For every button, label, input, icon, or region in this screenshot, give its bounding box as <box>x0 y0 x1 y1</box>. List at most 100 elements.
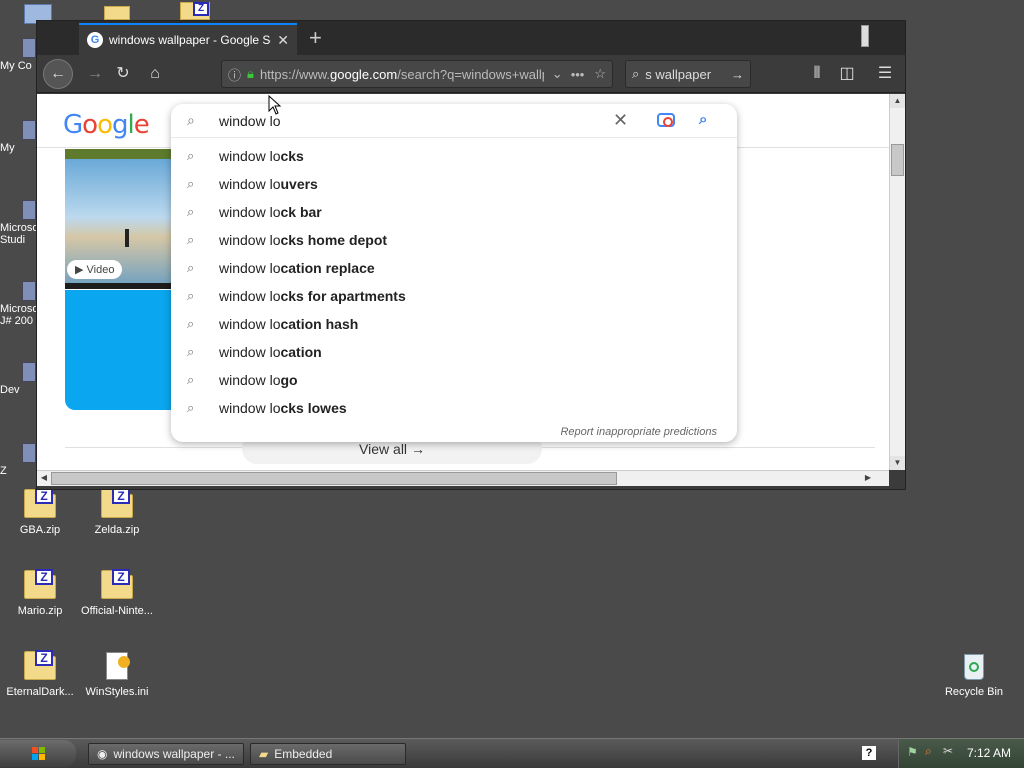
bookmark-star-icon[interactable]: ☆ <box>594 66 606 82</box>
suggestion-typed: window lo <box>219 344 281 360</box>
zip-folder-icon: Z <box>23 650 57 682</box>
suggestion-item[interactable]: ⌕ window lo uvers <box>171 170 737 198</box>
clear-icon[interactable]: ✕ <box>613 110 628 131</box>
suggestion-item[interactable]: ⌕ window lo cks home depot <box>171 226 737 254</box>
close-tab-icon[interactable]: ✕ <box>277 32 289 49</box>
system-tray: ⚑ ⌕ ✂ 7:12 AM <box>898 739 1024 768</box>
image-thumbnail[interactable] <box>65 290 173 410</box>
reload-button[interactable]: ↻ <box>109 61 137 87</box>
suggestion-item[interactable]: ⌕ window lo cks lowes <box>171 394 737 422</box>
menu-icon[interactable]: ☰ <box>871 61 899 87</box>
suggestion-item[interactable]: ⌕ window lo cation hash <box>171 310 737 338</box>
scroll-right-icon[interactable]: ▶ <box>861 471 875 485</box>
desktop-icon-winstyles-ini[interactable]: WinStyles.ini <box>77 650 157 698</box>
scroll-thumb[interactable] <box>51 472 617 485</box>
desktop-icon-label: Mario.zip <box>17 605 63 617</box>
help-icon[interactable]: ? <box>862 746 876 760</box>
home-button[interactable]: ⌂ <box>141 61 169 87</box>
search-icon: ⌕ <box>187 232 195 247</box>
clock[interactable]: 7:12 AM <box>967 746 1011 760</box>
scroll-down-icon[interactable]: ▼ <box>890 456 905 470</box>
desktop-edge-icon[interactable]: My Co <box>0 38 36 72</box>
browser-window: G windows wallpaper - Google Search ✕ + … <box>36 20 906 490</box>
search-icon: ⌕ <box>187 204 195 219</box>
network-icon[interactable]: ⚑ <box>907 745 918 759</box>
info-icon[interactable]: ⓘ <box>228 65 241 84</box>
zip-folder-icon[interactable]: Z <box>180 2 210 20</box>
back-button[interactable]: ← <box>43 59 73 89</box>
google-logo[interactable]: Google <box>63 110 150 140</box>
search-submit-icon[interactable]: ⌕ <box>699 111 707 128</box>
search-icon: ⌕ <box>187 260 195 275</box>
app-icon <box>22 200 36 220</box>
page-content: Google ▶ Video View all → ⌕ window lo ✕ … <box>37 94 889 470</box>
suggestion-item[interactable]: ⌕ window lo cation <box>171 338 737 366</box>
desktop-edge-icon[interactable]: Z <box>0 443 36 477</box>
settings-icon[interactable]: ✂ <box>943 744 953 758</box>
app-icon <box>22 38 36 58</box>
tab-google-search[interactable]: G windows wallpaper - Google Search ✕ <box>79 23 297 55</box>
library-icon[interactable]: ⫴ <box>803 61 831 87</box>
start-button[interactable] <box>0 740 76 767</box>
chevron-down-icon[interactable]: ⌄ <box>552 66 563 82</box>
arrow-right-icon: → <box>410 441 425 457</box>
suggestion-completion: cks for apartments <box>280 288 406 304</box>
suggestion-item[interactable]: ⌕ window lo cks for apartments <box>171 282 737 310</box>
tab-strip: G windows wallpaper - Google Search ✕ + <box>37 21 905 55</box>
suggestion-typed: window lo <box>219 176 281 192</box>
desktop-edge-icon[interactable]: Dev <box>0 362 36 396</box>
desktop-icon-recycle-bin[interactable]: Recycle Bin <box>934 650 1014 698</box>
desktop-edge-icon[interactable]: My <box>0 120 36 154</box>
report-predictions-link[interactable]: Report inappropriate predictions <box>560 426 717 438</box>
search-tray-icon[interactable]: ⌕ <box>925 744 932 759</box>
scroll-up-icon[interactable]: ▲ <box>890 94 905 108</box>
desktop-edge-icon[interactable]: Microso Studi <box>0 200 36 246</box>
camera-search-icon[interactable] <box>657 113 675 127</box>
search-icon: ⌕ <box>187 112 195 128</box>
ini-file-icon <box>100 650 134 682</box>
suggestion-item[interactable]: ⌕ window lo ck bar <box>171 198 737 226</box>
desktop-edge-icon[interactable]: Microso J# 200 <box>0 281 36 327</box>
suggestion-completion: cks <box>280 148 304 164</box>
nav-toolbar: ← → ↻ ⌂ ⓘ 🔒︎ https://www.google.com/sear… <box>37 55 905 93</box>
folder-icon[interactable] <box>104 6 130 20</box>
suggestion-typed: window lo <box>219 288 281 304</box>
suggestion-completion: go <box>280 372 298 388</box>
app-icon <box>22 443 36 463</box>
page-actions-icon[interactable]: ••• <box>571 67 585 82</box>
search-icon: ⌕ <box>187 288 195 303</box>
suggestion-item[interactable]: ⌕ window lo cation replace <box>171 254 737 282</box>
forward-button[interactable]: → <box>81 61 109 87</box>
app-icon <box>22 120 36 140</box>
vertical-scrollbar[interactable]: ▲ ▼ <box>889 94 905 470</box>
suggestion-completion: uvers <box>280 176 318 192</box>
desktop-icon-mario-zip[interactable]: Z Mario.zip <box>0 569 80 617</box>
search-bar[interactable]: ⌕ s wallpaper → <box>625 60 751 88</box>
search-input[interactable]: window lo <box>219 113 280 129</box>
url-bar[interactable]: ⓘ 🔒︎ https://www.google.com/search?q=win… <box>221 60 613 88</box>
go-arrow-icon[interactable]: → <box>731 67 744 82</box>
zip-folder-icon: Z <box>100 569 134 601</box>
desktop-icon-official-nintendo[interactable]: Z Official-Ninte... <box>77 569 157 617</box>
suggestion-item[interactable]: ⌕ window lo cks <box>171 142 737 170</box>
search-icon: ⌕ <box>187 148 195 163</box>
window-control[interactable] <box>861 25 869 47</box>
scroll-thumb[interactable] <box>891 144 904 176</box>
new-tab-button[interactable]: + <box>309 25 322 51</box>
firefox-icon: ◉ <box>97 747 108 761</box>
taskbar-item-browser[interactable]: ◉ windows wallpaper - ... <box>88 743 244 765</box>
recycle-bin-icon <box>957 650 991 682</box>
desktop-icon-zelda-zip[interactable]: Z Zelda.zip <box>77 488 157 536</box>
taskbar-item-embedded[interactable]: ▰ Embedded <box>250 743 406 765</box>
desktop-icon-gba-zip[interactable]: Z GBA.zip <box>0 488 80 536</box>
desktop-icon-label: Microso Studi <box>0 222 36 246</box>
desktop-icon-eternaldark[interactable]: Z EternalDark... <box>0 650 80 698</box>
suggestion-list: ⌕ window lo cks ⌕ window lo uvers ⌕ window lo ck… <box>171 142 737 422</box>
horizontal-scrollbar[interactable]: ◀ ▶ <box>37 470 889 486</box>
scroll-left-icon[interactable]: ◀ <box>37 471 51 485</box>
sidebar-icon[interactable]: ◫ <box>833 61 861 87</box>
suggestion-item[interactable]: ⌕ window lo go <box>171 366 737 394</box>
search-box[interactable]: ⌕ window lo ✕ ⌕ <box>171 104 737 138</box>
search-icon: ⌕ <box>632 66 640 81</box>
folder-icon: ▰ <box>259 747 269 761</box>
